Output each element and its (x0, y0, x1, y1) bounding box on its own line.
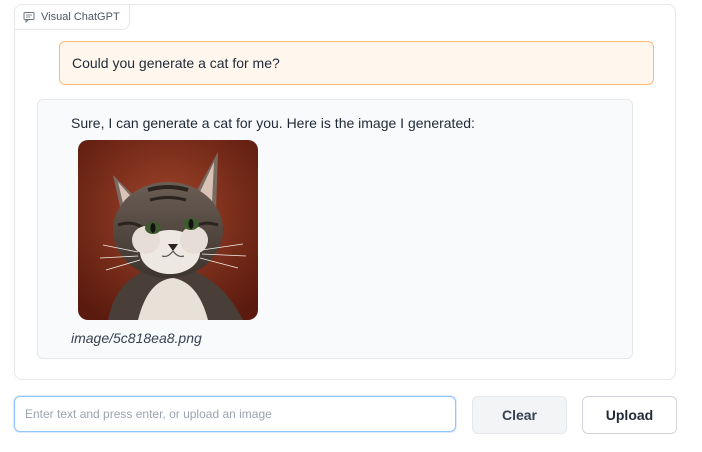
bot-message: Sure, I can generate a cat for you. Here… (37, 99, 633, 359)
user-message: Could you generate a cat for me? (59, 41, 654, 85)
generated-cat-image (78, 140, 258, 320)
bot-message-text: Sure, I can generate a cat for you. Here… (71, 115, 475, 131)
panel-label: Visual ChatGPT (15, 5, 130, 30)
chat-panel: Visual ChatGPT Could you generate a cat … (14, 4, 676, 380)
chat-icon (23, 11, 35, 24)
image-caption: image/5c818ea8.png (71, 330, 202, 346)
panel-title: Visual ChatGPT (41, 11, 120, 23)
upload-button[interactable]: Upload (582, 396, 677, 434)
user-message-text: Could you generate a cat for me? (72, 55, 280, 71)
clear-button[interactable]: Clear (472, 396, 567, 434)
message-input[interactable] (14, 396, 456, 432)
